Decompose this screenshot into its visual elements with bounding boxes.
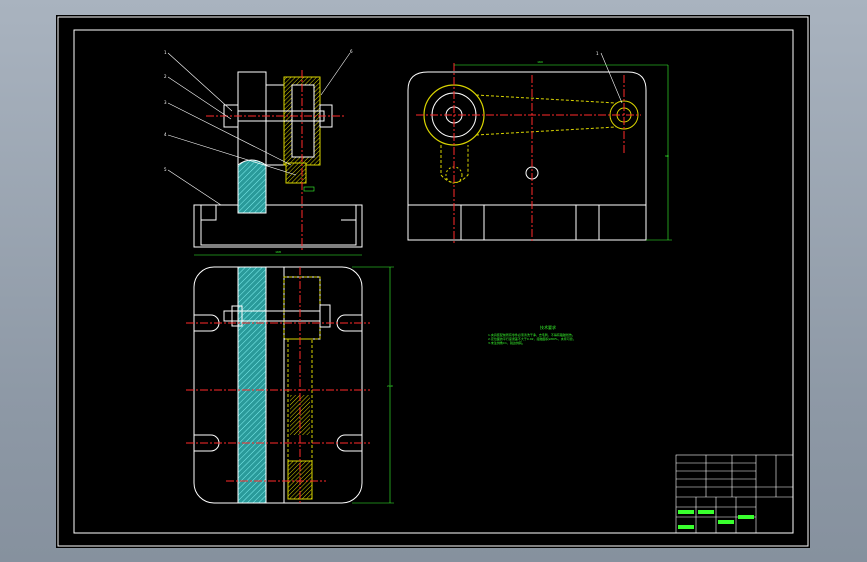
side-slots xyxy=(460,205,600,240)
inner-border xyxy=(73,29,794,534)
clamp-body xyxy=(265,84,285,166)
plan-nut xyxy=(319,304,331,328)
balloon-side: 1 xyxy=(596,51,599,56)
plan-outline xyxy=(193,266,363,504)
front-dimension-text: 168 xyxy=(275,250,281,254)
svg-text:5: 5 xyxy=(164,167,167,172)
svg-text:1: 1 xyxy=(164,50,167,55)
assembly-drawing[interactable]: 1 2 3 4 5 6 168 1 160 90 240 xyxy=(56,15,810,548)
plan-slots xyxy=(194,314,362,452)
side-view[interactable]: 1 160 90 xyxy=(407,51,672,243)
svg-text:3: 3 xyxy=(164,100,167,105)
svg-text:6: 6 xyxy=(350,49,353,54)
top-section-view[interactable]: 240 xyxy=(186,266,394,505)
base-profile xyxy=(200,205,357,246)
dim-tag xyxy=(303,186,315,192)
svg-text:4: 4 xyxy=(164,132,167,137)
cad-viewport[interactable]: 1 2 3 4 5 6 168 1 160 90 240 技术要求 1.夹具装配… xyxy=(56,15,810,548)
plan-plate-top xyxy=(283,276,321,340)
side-dim-right-text: 90 xyxy=(665,154,669,158)
svg-text:2: 2 xyxy=(164,74,167,79)
plan-clamp xyxy=(265,266,285,504)
note-line: 3.未注倒角C1，锐边倒钝。 xyxy=(488,341,525,345)
plan-upright-hatch xyxy=(237,266,267,504)
outer-border xyxy=(57,16,809,547)
title-block[interactable] xyxy=(675,454,794,534)
side-body-outline xyxy=(407,71,647,241)
plan-plate-yellow xyxy=(283,276,321,340)
notes-title: 技术要求 xyxy=(540,325,556,330)
technical-notes: 技术要求 1.夹具装配前所有零件必须清洗干净，去毛刺，不得有磕碰划伤。 2.定位… xyxy=(488,325,608,345)
front-section-view[interactable]: 1 2 3 4 5 6 168 xyxy=(164,49,363,256)
base-plate xyxy=(193,204,363,248)
leader-side xyxy=(600,52,623,104)
upright-hatch-region xyxy=(237,159,267,214)
plan-dim-text: 240 xyxy=(387,384,393,388)
side-dim-top-text: 160 xyxy=(537,60,543,64)
